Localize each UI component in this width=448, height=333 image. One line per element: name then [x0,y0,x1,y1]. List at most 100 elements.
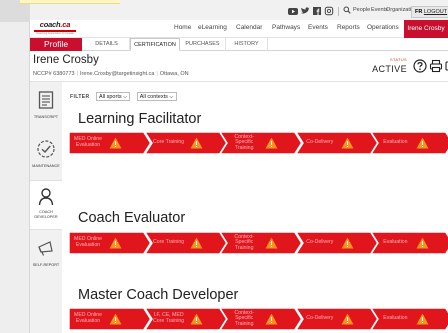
transcript-icon [36,90,56,110]
pathway-steps: MED Online Evaluation Core Training Contex… [69,132,448,154]
warning-icon [341,137,354,149]
pathway-step-label: Co-Delivery [306,315,334,322]
logo-word-b: .ca [60,20,71,29]
pathway-step-label: Context-Specific Training [234,309,254,327]
coach-ca-logo[interactable]: coach.ca Coaching Association of Canada [30,21,80,35]
nav-events[interactable]: Events [308,24,328,31]
warning-icon [109,313,122,325]
nav-reports[interactable]: Reports [337,24,360,31]
pathway-step-label: Evaluation [383,315,408,322]
tab-purchases[interactable]: PURCHASES [180,38,226,51]
pathway-step[interactable]: Co-Delivery [295,232,379,254]
nccp-number: NCCP# 6380773 [33,71,75,77]
status-value: ACTIVE [372,64,407,74]
facebook-icon[interactable] [312,6,322,16]
tab-certification[interactable]: CERTIFICATION [130,38,180,51]
pathway-step-label: MED Online Evaluation [74,136,102,148]
warning-icon [190,137,203,149]
person-email: Irene.Crosby@targetinsight.ca [80,71,155,77]
pathway-step-label: Co-Delivery [306,239,334,246]
warning-icon [341,313,354,325]
sidenav-maintenance[interactable]: MAINTENANCE [30,131,62,180]
logout-badge[interactable]: FR LOGOUT [411,6,448,18]
side-nav: TRANSCRIPT MAINTENANCE COACH DEVELOPER S… [30,82,62,333]
status-label: STATUS [390,57,407,62]
logo-word-a: coach [39,20,61,29]
sidenav-coach-developer[interactable]: COACH DEVELOPER [30,180,62,230]
pathway-step-label: Evaluation [383,239,408,246]
contexts-select-value: All contexts [139,94,168,101]
pathway-step[interactable]: Evaluation [371,232,448,254]
nav-pathways[interactable]: Pathways [272,24,300,31]
profile-section-label: Profile [30,38,82,51]
warning-icon [265,137,278,149]
megaphone-icon [36,238,56,258]
pathway-step[interactable]: MED Online Evaluation [69,232,152,254]
pathway-step-label: MED Online Evaluation [74,312,102,324]
tab-details[interactable]: DETAILS [84,38,130,51]
chevron-down-icon: ⌵ [169,94,174,101]
sports-select[interactable]: All sports ⌵ [95,92,131,102]
sidenav-transcript[interactable]: TRANSCRIPT [30,82,62,131]
warning-icon [109,237,122,249]
certification-panel: FILTER All sports ⌵ All contexts ⌵ Learn… [62,82,448,333]
sports-select-value: All sports [98,94,122,101]
profile-tabs: Profile DETAILS CERTIFICATION PURCHASES … [30,38,448,51]
pathway-step[interactable]: MED Online Evaluation [69,308,152,330]
sidenav-self-report-label: SELF-REPORT [32,263,60,267]
pathway-step[interactable]: Evaluation [371,132,448,154]
person-meta: NCCP# 6380773 | Irene.Crosby@targetinsight… [33,71,189,77]
sidenav-coach-developer-label: COACH DEVELOPER [34,210,58,219]
pathway-step-label: LF, CE, MED Core Training [153,312,185,324]
search-people-link[interactable]: People [353,7,370,13]
help-icon[interactable] [413,59,427,73]
twitter-icon[interactable] [300,6,310,16]
instagram-icon[interactable] [324,6,334,16]
pathway-step-label: Co-Delivery [306,139,334,146]
pathway-step[interactable]: Evaluation [371,308,448,330]
sidenav-self-report[interactable]: SELF-REPORT [30,230,62,279]
pathway-step-label: Core Training [153,239,185,246]
pathway-step[interactable]: Co-Delivery [295,308,379,330]
pathway-step[interactable]: MED Online Evaluation [69,132,152,154]
chevron-down-icon: ⌵ [123,94,128,101]
nav-calendar[interactable]: Calendar [236,24,262,31]
section-title: Learning Facilitator [78,111,202,127]
pathway-step[interactable]: Core Training [144,132,228,154]
logout-link[interactable]: LOGOUT [424,9,447,15]
youtube-icon[interactable] [288,6,298,16]
person-icon [36,187,56,207]
pathway-step-label: Evaluation [383,139,408,146]
tab-history[interactable]: HISTORY [226,38,268,51]
warning-icon [341,237,354,249]
warning-icon [265,313,278,325]
search-icon[interactable] [343,6,351,16]
warning-icon [416,313,429,325]
left-gutter [0,0,30,333]
filter-row: FILTER All sports ⌵ All contexts ⌵ [70,88,177,102]
nav-operations[interactable]: Operations [367,24,399,31]
filter-label: FILTER [70,93,90,100]
utility-bar: People Events Organizations FR LOGOUT [30,4,448,20]
pathway-step[interactable]: Co-Delivery [295,132,379,154]
nav-active-user[interactable]: Irene Crosby [404,20,448,38]
pathway-step-label: Core Training [153,139,185,146]
pathway-step[interactable]: Context-Specific Training [220,308,303,330]
pathway-step[interactable]: Context-Specific Training [220,132,303,154]
warning-icon [190,313,203,325]
pathway-step[interactable]: LF, CE, MED Core Training [144,308,228,330]
user-initials: FR [415,9,423,15]
pathway-steps: MED Online Evaluation Core Training Contex… [69,232,448,254]
contexts-select[interactable]: All contexts ⌵ [136,92,177,102]
nav-home[interactable]: Home [174,24,191,31]
nav-elearning[interactable]: eLearning [198,24,227,31]
logo-tagline: Coaching Association of Canada [36,32,74,35]
print-icon[interactable] [429,59,443,73]
pathway-step-label: Context-Specific Training [234,233,254,251]
person-location: Ottawa, ON [159,71,189,77]
warning-icon [190,237,203,249]
pathway-step[interactable]: Core Training [144,232,228,254]
util-divider [338,7,339,16]
pathway-step[interactable]: Context-Specific Training [220,232,303,254]
pathway-step-label: Context-Specific Training [234,133,254,151]
